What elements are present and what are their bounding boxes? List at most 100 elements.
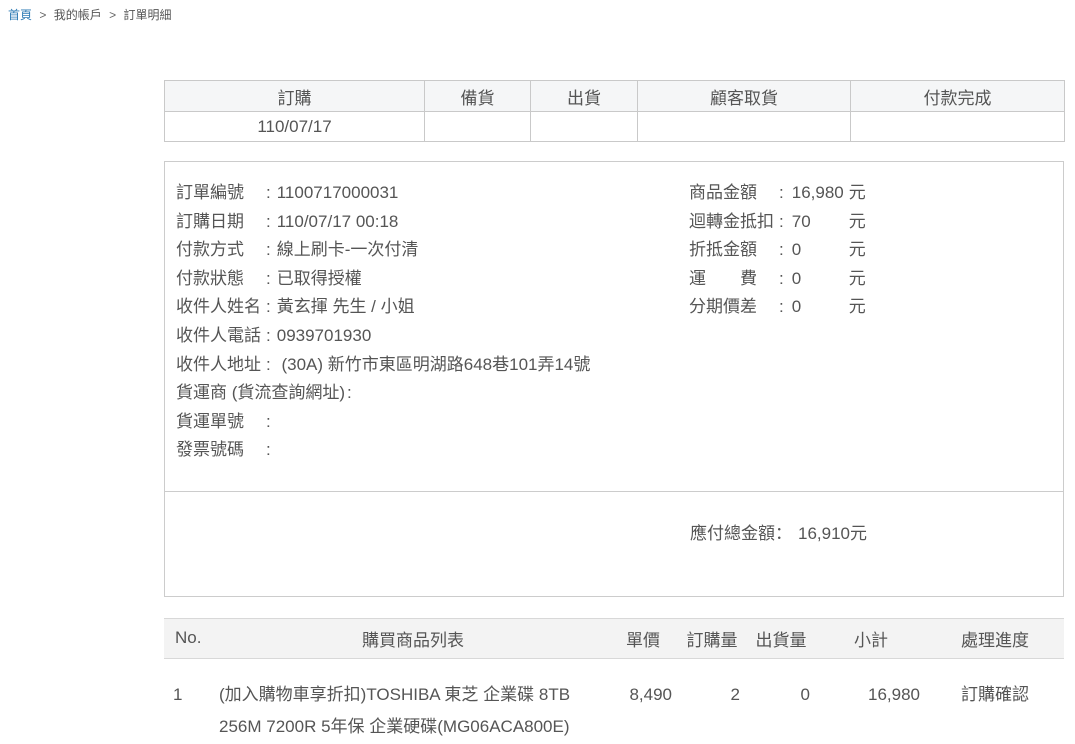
- colon: :: [266, 351, 271, 380]
- payment-method-value: 線上刷卡-一次付清: [277, 236, 419, 265]
- installment-diff-row: 分期價差:0元: [689, 293, 1063, 322]
- rebate-deduction-row: 迴轉金抵扣:70元: [689, 208, 1063, 237]
- colon: :: [266, 408, 271, 437]
- status-col-paid: 付款完成: [851, 81, 1065, 112]
- colon: :: [266, 236, 271, 265]
- tracking-number-row: 貨運單號:: [165, 408, 689, 437]
- recipient-name-label: 收件人姓名: [176, 293, 264, 322]
- order-number-label: 訂單編號: [176, 179, 264, 208]
- discount-amount-value: 0: [792, 236, 847, 265]
- breadcrumb-current-page: 訂單明細: [123, 8, 171, 22]
- order-number-row: 訂單編號:1100717000031: [165, 179, 689, 208]
- discount-amount-row: 折抵金額:0元: [689, 236, 1063, 265]
- products-header-row: No. 購買商品列表 單價 訂購量 出貨量 小計 處理進度: [164, 618, 1064, 658]
- order-date-label: 訂購日期: [176, 208, 264, 237]
- status-header-row: 訂購 備貨 出貨 顧客取貨 付款完成: [165, 81, 1065, 112]
- breadcrumb: 首頁 > 我的帳戶 > 訂單明細: [0, 0, 1075, 22]
- colon: :: [779, 236, 784, 265]
- order-date-row: 訂購日期:110/07/17 00:18: [165, 208, 689, 237]
- currency-unit: 元: [849, 293, 866, 322]
- goods-amount-row: 商品金額:16,980元: [689, 179, 1063, 208]
- product-status: 訂購確認: [926, 658, 1064, 744]
- currency-unit: 元: [849, 265, 866, 294]
- rebate-deduction-label: 迴轉金抵扣: [689, 208, 777, 237]
- recipient-name-row: 收件人姓名:黃玄揮 先生 / 小姐: [165, 293, 689, 322]
- order-date-value: 110/07/17 00:18: [277, 208, 399, 237]
- carrier-label: 貨運商 (貨流查詢網址): [176, 379, 345, 408]
- goods-amount-label: 商品金額: [689, 179, 777, 208]
- payment-method-row: 付款方式:線上刷卡-一次付清: [165, 236, 689, 265]
- status-col-preparing: 備貨: [425, 81, 531, 112]
- products-col-subtotal: 小計: [816, 618, 926, 658]
- products-table: No. 購買商品列表 單價 訂購量 出貨量 小計 處理進度 1 (加入購物車享折…: [164, 618, 1064, 744]
- colon: :: [779, 265, 784, 294]
- shipping-fee-row: 運 費:0元: [689, 265, 1063, 294]
- recipient-address-row: 收件人地址: (30A) 新竹市東區明湖路648巷101弄14號: [165, 351, 689, 380]
- colon: :: [779, 179, 784, 208]
- status-col-pickup: 顧客取貨: [638, 81, 851, 112]
- order-detail-content: 訂購 備貨 出貨 顧客取貨 付款完成 110/07/17 訂單編號:110071…: [164, 80, 1064, 744]
- payment-method-label: 付款方式: [176, 236, 264, 265]
- installment-diff-label: 分期價差: [689, 293, 777, 322]
- shipping-fee-value: 0: [792, 265, 847, 294]
- products-col-no: No.: [164, 618, 218, 658]
- status-col-ordered: 訂購: [165, 81, 425, 112]
- products-col-unit-price: 單價: [608, 618, 678, 658]
- order-info-main: 訂單編號:1100717000031 訂購日期:110/07/17 00:18 …: [165, 162, 1063, 491]
- colon: :: [266, 208, 271, 237]
- colon: :: [779, 293, 784, 322]
- recipient-address-value: (30A) 新竹市東區明湖路648巷101弄14號: [277, 351, 591, 380]
- recipient-phone-value: 0939701930: [277, 322, 372, 351]
- recipient-phone-row: 收件人電話:0939701930: [165, 322, 689, 351]
- breadcrumb-separator: >: [109, 8, 116, 22]
- product-subtotal: 16,980: [816, 658, 926, 744]
- currency-unit: 元: [849, 208, 866, 237]
- recipient-name-value: 黃玄揮 先生 / 小姐: [277, 293, 415, 322]
- order-info-right-column: 商品金額:16,980元 迴轉金抵扣:70元 折抵金額:0元 運 費:0元 分期…: [689, 179, 1063, 465]
- payable-total-value: 16,910元: [798, 524, 867, 543]
- invoice-number-label: 發票號碼: [176, 436, 264, 465]
- invoice-number-row: 發票號碼:: [165, 436, 689, 465]
- currency-unit: 元: [849, 236, 866, 265]
- status-paid-date: [851, 112, 1065, 142]
- colon: :: [266, 322, 271, 351]
- breadcrumb-home-link[interactable]: 首頁: [8, 8, 32, 22]
- currency-unit: 元: [849, 179, 866, 208]
- status-value-row: 110/07/17: [165, 112, 1065, 142]
- payable-total-label: 應付總金額: [690, 524, 775, 543]
- discount-amount-label: 折抵金額: [689, 236, 777, 265]
- rebate-deduction-value: 70: [792, 208, 847, 237]
- order-info-panel: 訂單編號:1100717000031 訂購日期:110/07/17 00:18 …: [164, 161, 1064, 597]
- products-col-order-qty: 訂購量: [678, 618, 746, 658]
- order-number-value: 1100717000031: [277, 179, 399, 208]
- payable-total-section: 應付總金額： 16,910元: [165, 491, 1063, 596]
- product-order-qty: 2: [678, 658, 746, 744]
- payment-status-label: 付款狀態: [176, 265, 264, 294]
- breadcrumb-separator: >: [39, 8, 46, 22]
- status-shipped-date: [531, 112, 638, 142]
- products-col-name: 購買商品列表: [218, 618, 608, 658]
- status-ordered-date: 110/07/17: [165, 112, 425, 142]
- colon: :: [266, 293, 271, 322]
- tracking-number-label: 貨運單號: [176, 408, 264, 437]
- products-col-status: 處理進度: [926, 618, 1064, 658]
- product-name: (加入購物車享折扣)TOSHIBA 東芝 企業碟 8TB 256M 7200R …: [218, 658, 608, 744]
- product-ship-qty: 0: [746, 658, 816, 744]
- carrier-row: 貨運商 (貨流查詢網址):: [165, 379, 689, 408]
- colon: :: [266, 179, 271, 208]
- recipient-address-label: 收件人地址: [176, 351, 264, 380]
- product-unit-price: 8,490: [608, 658, 678, 744]
- payment-status-row: 付款狀態:已取得授權: [165, 265, 689, 294]
- installment-diff-value: 0: [792, 293, 847, 322]
- product-row: 1 (加入購物車享折扣)TOSHIBA 東芝 企業碟 8TB 256M 7200…: [164, 658, 1064, 744]
- order-info-left-column: 訂單編號:1100717000031 訂購日期:110/07/17 00:18 …: [165, 179, 689, 465]
- breadcrumb-account-link[interactable]: 我的帳戶: [54, 8, 102, 22]
- recipient-phone-label: 收件人電話: [176, 322, 264, 351]
- colon: :: [347, 379, 352, 408]
- status-pickup-date: [638, 112, 851, 142]
- order-status-table: 訂購 備貨 出貨 顧客取貨 付款完成 110/07/17: [164, 80, 1065, 142]
- colon: :: [779, 208, 784, 237]
- goods-amount-value: 16,980: [792, 179, 847, 208]
- payable-total-colon: ：: [775, 524, 792, 543]
- products-col-ship-qty: 出貨量: [746, 618, 816, 658]
